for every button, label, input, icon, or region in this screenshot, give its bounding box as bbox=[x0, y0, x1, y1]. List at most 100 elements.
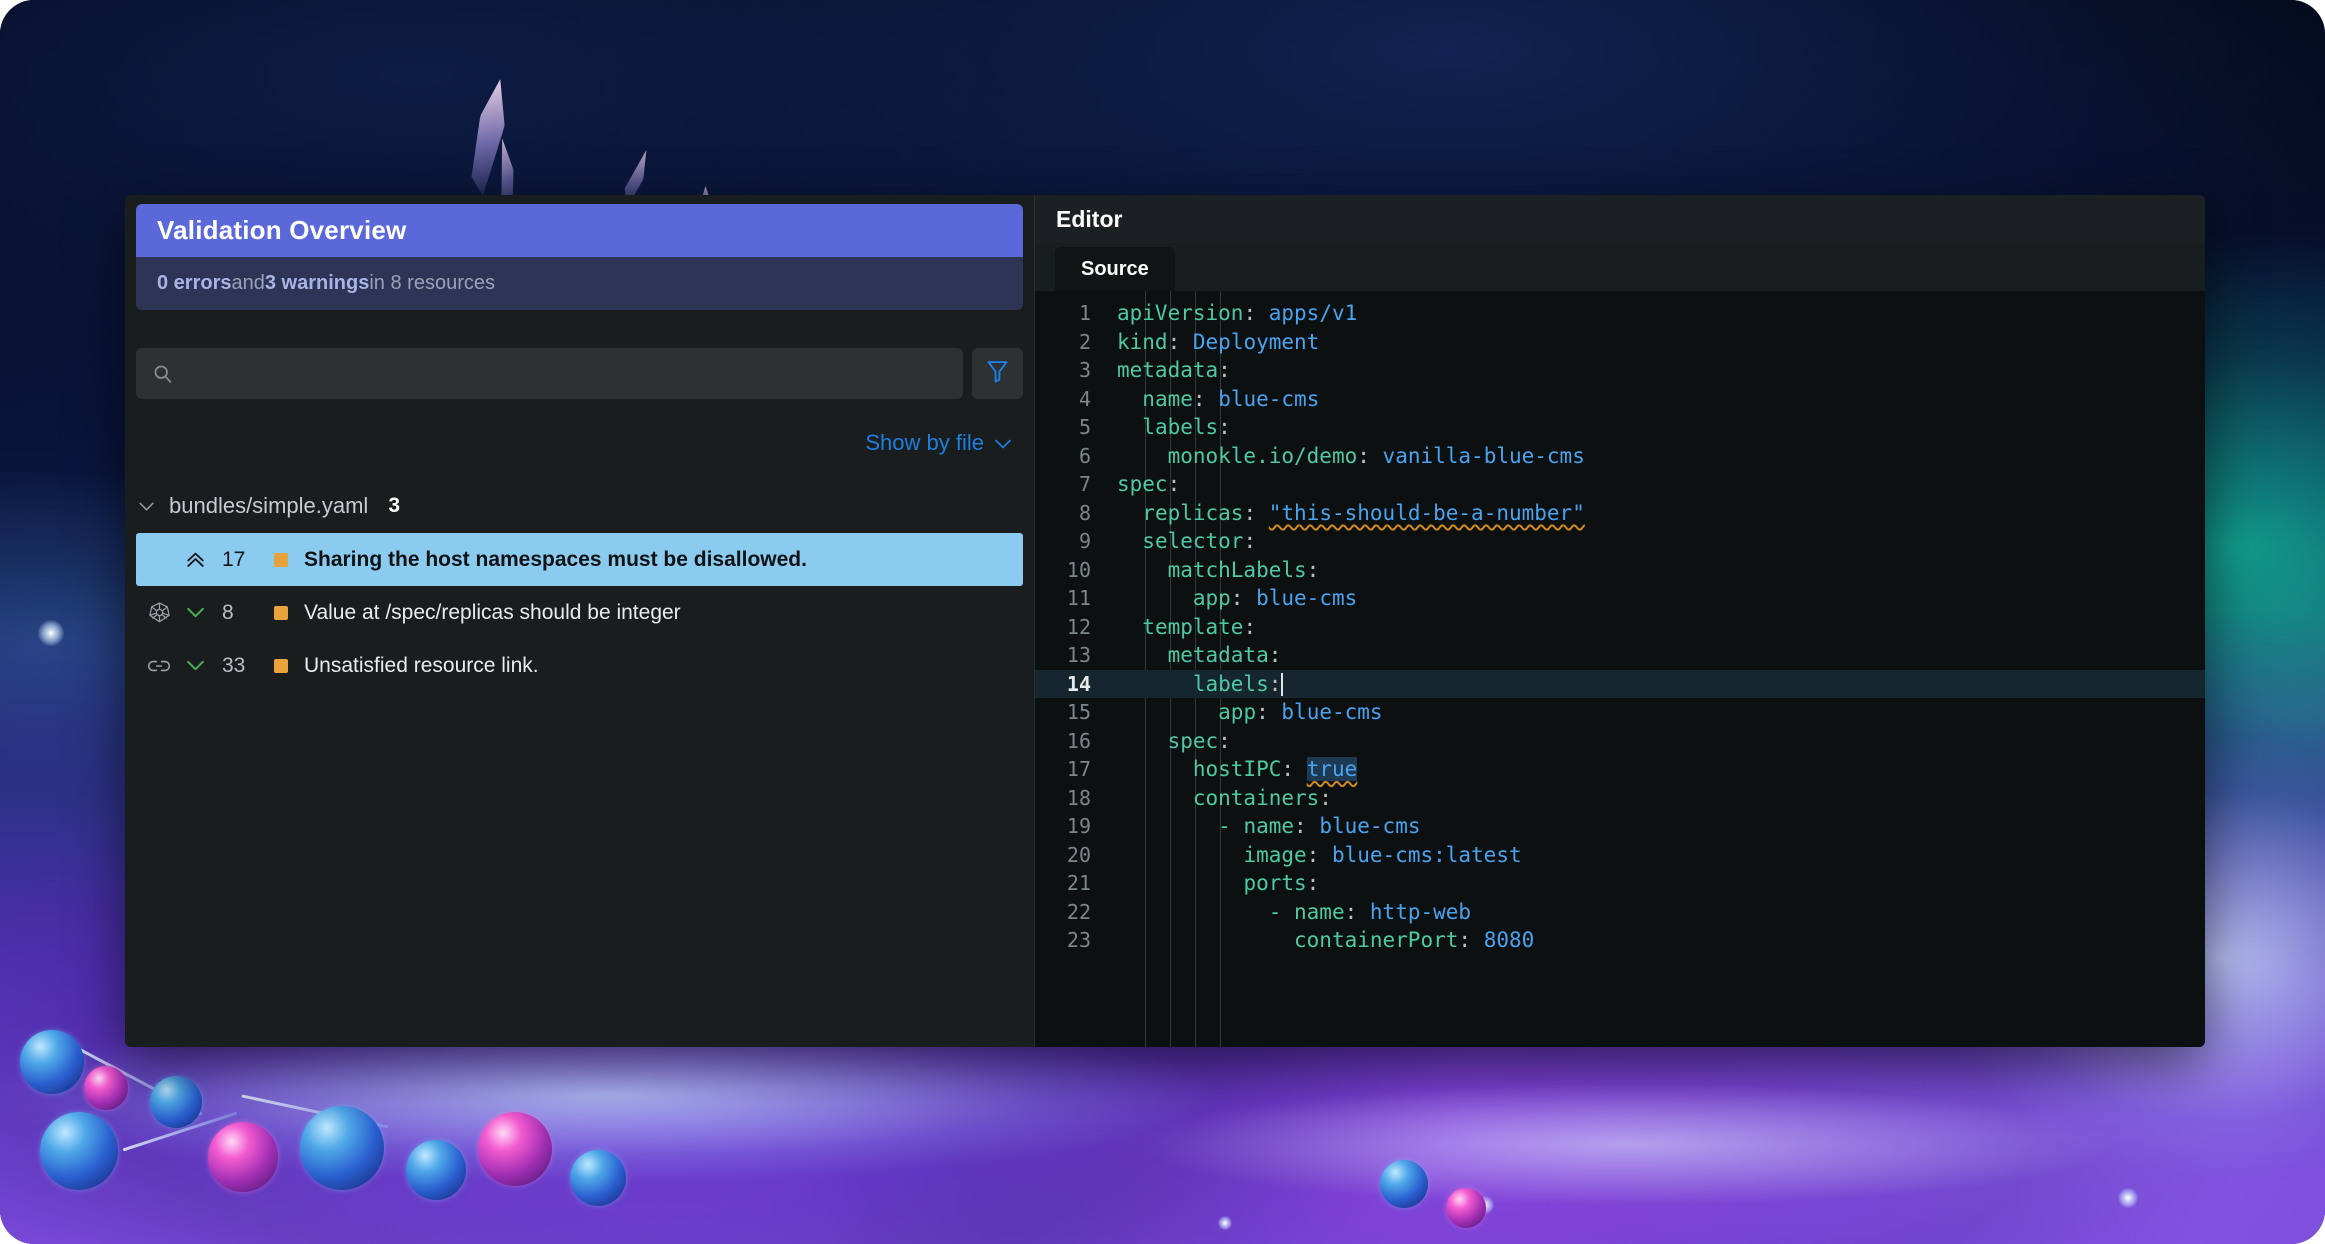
code-line[interactable]: 9 selector: bbox=[1035, 527, 2205, 556]
code-line[interactable]: 10 matchLabels: bbox=[1035, 556, 2205, 585]
code-line[interactable]: 1 apiVersion: apps/v1 bbox=[1035, 299, 2205, 328]
problem-row[interactable]: 33 Unsatisfied resource link. bbox=[136, 639, 1023, 692]
problem-message: Value at /spec/replicas should be intege… bbox=[304, 600, 681, 624]
wallpaper-glow-dot bbox=[38, 620, 64, 646]
kubernetes-icon bbox=[140, 601, 178, 624]
monokle-window: Validation Overview 0 errors and 3 warni… bbox=[125, 195, 2205, 1047]
molecule-node bbox=[84, 1066, 128, 1110]
problem-line-number: 33 bbox=[222, 653, 246, 677]
molecule-node bbox=[150, 1076, 202, 1128]
summary-conjunction: and bbox=[231, 272, 265, 294]
line-number: 14 bbox=[1066, 671, 1091, 696]
editor-panel-header: Editor bbox=[1035, 195, 2205, 243]
problem-line-number: 8 bbox=[222, 600, 234, 624]
line-number: 3 bbox=[1078, 358, 1091, 383]
molecule-node bbox=[300, 1106, 384, 1190]
code-text: metadata: bbox=[1167, 643, 1282, 668]
line-number: 20 bbox=[1066, 842, 1091, 867]
show-by-file-label: Show by file bbox=[865, 430, 984, 455]
filter-button[interactable] bbox=[972, 348, 1023, 399]
code-lines: 1 apiVersion: apps/v1 2 kind: Deployment 3 me… bbox=[1035, 299, 2205, 955]
line-number: 22 bbox=[1066, 899, 1091, 924]
code-line[interactable]: 17 hostIPC: true bbox=[1035, 755, 2205, 784]
file-group-header[interactable]: bundles/simple.yaml 3 bbox=[136, 493, 1023, 519]
line-number: 7 bbox=[1078, 472, 1091, 497]
code-text: labels: bbox=[1192, 671, 1284, 696]
code-text: metadata: bbox=[1117, 358, 1231, 383]
group-by-row: Show by file bbox=[136, 430, 1012, 456]
code-line[interactable]: 20 image: blue-cms:latest bbox=[1035, 841, 2205, 870]
chevron-up-double-icon[interactable] bbox=[178, 550, 212, 570]
desktop-wallpaper: Validation Overview 0 errors and 3 warni… bbox=[0, 0, 2325, 1244]
code-editor[interactable]: 1 apiVersion: apps/v1 2 kind: Deployment 3 me… bbox=[1035, 291, 2205, 1047]
code-text: replicas: "this-should-be-a-number" bbox=[1142, 500, 1585, 525]
code-text: template: bbox=[1142, 614, 1257, 639]
code-line[interactable]: 15 app: blue-cms bbox=[1035, 698, 2205, 727]
code-line[interactable]: 16 spec: bbox=[1035, 727, 2205, 756]
link-icon bbox=[140, 657, 178, 675]
search-input[interactable] bbox=[185, 362, 947, 385]
code-text: - name: blue-cms bbox=[1218, 814, 1421, 839]
line-number: 19 bbox=[1066, 814, 1091, 839]
code-line[interactable]: 6 monokle.io/demo: vanilla-blue-cms bbox=[1035, 442, 2205, 471]
code-line[interactable]: 22 - name: http-web bbox=[1035, 898, 2205, 927]
code-line[interactable]: 12 template: bbox=[1035, 613, 2205, 642]
code-text: monokle.io/demo: vanilla-blue-cms bbox=[1167, 443, 1585, 468]
code-line[interactable]: 7 spec: bbox=[1035, 470, 2205, 499]
problem-message: Unsatisfied resource link. bbox=[304, 653, 539, 677]
code-text: name: blue-cms bbox=[1142, 386, 1320, 411]
line-number: 8 bbox=[1078, 500, 1091, 525]
code-line[interactable]: 23 containerPort: 8080 bbox=[1035, 926, 2205, 955]
code-line[interactable]: 3 metadata: bbox=[1035, 356, 2205, 385]
line-number: 6 bbox=[1078, 443, 1091, 468]
problem-list: 17 Sharing the host namespaces must be d… bbox=[125, 533, 1034, 692]
code-line[interactable]: 13 metadata: bbox=[1035, 641, 2205, 670]
code-text: apiVersion: apps/v1 bbox=[1117, 301, 1358, 326]
code-text: spec: bbox=[1167, 728, 1231, 753]
search-icon bbox=[152, 363, 173, 384]
code-text: app: blue-cms bbox=[1218, 700, 1383, 725]
error-count: 0 errors bbox=[157, 272, 232, 294]
code-text: image: blue-cms:latest bbox=[1243, 842, 1522, 867]
molecule-node bbox=[208, 1122, 278, 1192]
line-number: 21 bbox=[1066, 871, 1091, 896]
warning-count: 3 warnings bbox=[264, 272, 370, 294]
problem-row[interactable]: 17 Sharing the host namespaces must be d… bbox=[136, 533, 1023, 586]
code-line[interactable]: 4 name: blue-cms bbox=[1035, 385, 2205, 414]
line-number: 13 bbox=[1066, 643, 1091, 668]
editor-title: Editor bbox=[1056, 205, 1123, 232]
chevron-down-icon[interactable] bbox=[178, 659, 212, 672]
code-line[interactable]: 19 - name: blue-cms bbox=[1035, 812, 2205, 841]
problem-line-number: 17 bbox=[222, 547, 246, 571]
search-box[interactable] bbox=[136, 348, 963, 399]
validation-panel-header: Validation Overview bbox=[136, 204, 1023, 257]
chevron-down-icon[interactable] bbox=[178, 606, 212, 619]
code-line[interactable]: 5 labels: bbox=[1035, 413, 2205, 442]
line-number: 17 bbox=[1066, 757, 1091, 782]
search-row bbox=[136, 348, 1023, 399]
code-text: spec: bbox=[1117, 472, 1181, 497]
molecule-node bbox=[40, 1112, 118, 1190]
code-line[interactable]: 21 ports: bbox=[1035, 869, 2205, 898]
code-text: kind: Deployment bbox=[1117, 329, 1320, 354]
code-line[interactable]: 18 containers: bbox=[1035, 784, 2205, 813]
status-badge bbox=[274, 658, 288, 673]
line-number: 15 bbox=[1066, 700, 1091, 725]
code-line[interactable]: 2 kind: Deployment bbox=[1035, 328, 2205, 357]
code-line[interactable]: 11 app: blue-cms bbox=[1035, 584, 2205, 613]
code-text: - name: http-web bbox=[1268, 899, 1472, 924]
line-number: 18 bbox=[1066, 785, 1091, 810]
code-line[interactable]: 8 replicas: "this-should-be-a-number" bbox=[1035, 499, 2205, 528]
tab-source-label: Source bbox=[1081, 257, 1149, 280]
line-number: 12 bbox=[1066, 614, 1091, 639]
problem-row[interactable]: 8 Value at /spec/replicas should be inte… bbox=[136, 586, 1023, 639]
code-text: labels: bbox=[1142, 415, 1231, 440]
problem-message: Sharing the host namespaces must be disa… bbox=[304, 547, 807, 571]
tab-source[interactable]: Source bbox=[1055, 247, 1175, 291]
show-by-file-dropdown[interactable]: Show by file bbox=[865, 430, 1012, 456]
molecule-node bbox=[20, 1030, 84, 1094]
code-text: selector: bbox=[1142, 529, 1257, 554]
filter-funnel-icon bbox=[986, 359, 1009, 389]
code-line[interactable]: 14 labels: bbox=[1035, 669, 2205, 698]
validation-summary: 0 errors and 3 warnings in 8 resources bbox=[136, 257, 1023, 310]
